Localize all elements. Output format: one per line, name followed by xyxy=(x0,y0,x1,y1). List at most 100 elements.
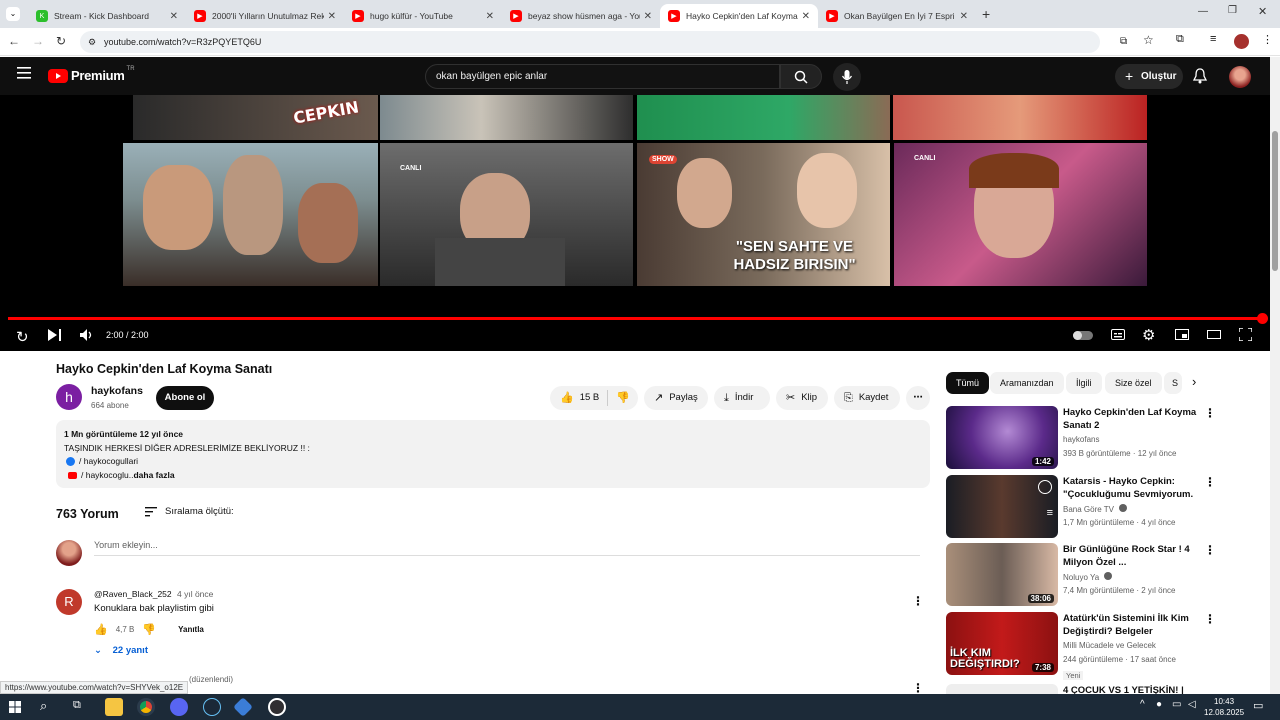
tab-youtube-okan[interactable]: ▶ Okan Bayülgen En İyi 7 Espri - ✕ xyxy=(818,4,976,28)
comment-menu-icon[interactable]: ⋮ xyxy=(912,681,924,695)
close-tab-icon[interactable]: ✕ xyxy=(328,11,336,22)
close-tab-icon[interactable]: ✕ xyxy=(960,11,968,22)
tab-search-icon[interactable]: ⌄ xyxy=(6,7,20,21)
settings-gear-icon[interactable]: ⚙ xyxy=(1142,326,1155,344)
reload-icon[interactable]: ↻ xyxy=(56,34,66,48)
more-options-icon[interactable]: ⋮ xyxy=(1204,612,1216,626)
dislike-icon[interactable]: 👎 xyxy=(616,386,630,410)
scrollbar-thumb[interactable] xyxy=(1272,131,1278,271)
volume-tray-icon[interactable]: ◁ xyxy=(1188,699,1196,710)
recommended-video[interactable]: 1:42 Hayko Cepkin'den Laf Koyma Sanatı 2… xyxy=(946,406,1236,470)
description-link-row[interactable]: / haykocogullari xyxy=(64,455,922,469)
recommended-channel[interactable]: Milli Mücadele ve Gelecek xyxy=(1063,641,1156,650)
download-button[interactable]: ⤓ İndir xyxy=(714,386,770,410)
chrome-icon[interactable] xyxy=(137,698,155,716)
comment-like-icon[interactable]: 👍 xyxy=(94,623,108,636)
tab-youtube-hugo[interactable]: ▶ hugo külfür - YouTube ✕ xyxy=(344,4,502,28)
video-thumbnail[interactable]: İLK KIM DEĞIŞTIRDI? 7:38 xyxy=(946,612,1058,675)
progress-bar[interactable] xyxy=(8,317,1262,320)
recommended-title[interactable]: 4 ÇOCUK VS 1 YETİŞKİN! | xyxy=(1063,684,1198,694)
video-thumbnail[interactable] xyxy=(946,684,1058,694)
miniplayer-icon[interactable] xyxy=(1175,329,1189,340)
close-window-button[interactable]: ✕ xyxy=(1258,5,1267,18)
sort-comments-button[interactable]: Sıralama ölçütü: xyxy=(145,506,234,517)
close-tab-icon[interactable]: ✕ xyxy=(486,11,494,22)
install-app-icon[interactable]: ⧉ xyxy=(1120,31,1127,53)
like-icon[interactable]: 👍 xyxy=(560,386,574,410)
profile-avatar[interactable] xyxy=(1234,34,1249,49)
steam-icon[interactable] xyxy=(203,698,221,716)
chip-for-you[interactable]: Size özel xyxy=(1105,372,1162,394)
watch-later-icon[interactable] xyxy=(1038,480,1052,494)
next-video-icon[interactable] xyxy=(48,329,62,341)
description-box[interactable]: 1 Mn görüntüleme 12 yıl önce TAŞINDIK HE… xyxy=(56,420,930,488)
video-thumbnail[interactable]: 1:42 xyxy=(946,406,1058,469)
microphone-tray-icon[interactable]: ● xyxy=(1156,699,1162,710)
description-link-row[interactable]: / haykocoglu.. daha fazla xyxy=(64,469,922,483)
url-input[interactable]: ⚙ youtube.com/watch?v=R3zPQYETQ6U ⧉ xyxy=(80,31,1127,53)
recommended-video[interactable]: İLK KIM DEĞIŞTIRDI? 7:38 Atatürk'ün Sist… xyxy=(946,612,1236,680)
youtube-link[interactable]: / haykocoglu.. xyxy=(81,469,133,483)
notifications-bell-icon[interactable] xyxy=(1193,68,1207,84)
comment-time[interactable]: 4 yıl önce xyxy=(177,589,213,599)
obs-icon[interactable] xyxy=(268,698,286,716)
fullscreen-icon[interactable] xyxy=(1239,328,1252,341)
more-options-icon[interactable]: ⋮ xyxy=(1204,543,1216,557)
account-avatar[interactable] xyxy=(1229,66,1251,88)
view-replies-button[interactable]: ⌄ 22 yanıt xyxy=(94,645,148,656)
show-more-link[interactable]: daha fazla xyxy=(133,469,174,483)
recommended-video[interactable]: 38:06 Bir Günlüğüne Rock Star ! 4 Milyon… xyxy=(946,543,1236,607)
channel-name[interactable]: Bana Göre TV xyxy=(1063,505,1114,514)
recommended-channel[interactable]: haykofans xyxy=(1063,435,1099,444)
bookmark-star-icon[interactable]: ☆ xyxy=(1143,33,1154,47)
app-icon[interactable] xyxy=(233,697,253,717)
reply-button[interactable]: Yanıtla xyxy=(178,625,204,634)
search-icon[interactable]: ⌕ xyxy=(40,698,47,714)
close-tab-icon[interactable]: ✕ xyxy=(170,11,178,22)
tray-chevron-icon[interactable]: ^ xyxy=(1140,699,1145,710)
replay-icon[interactable]: ↻ xyxy=(16,328,29,346)
notification-center-icon[interactable]: ▭ xyxy=(1253,699,1263,712)
maximize-button[interactable]: ❐ xyxy=(1228,5,1237,16)
tab-youtube-beyaz[interactable]: ▶ beyaz show hüsmen aga - You ✕ xyxy=(502,4,660,28)
back-icon[interactable]: ← xyxy=(8,34,20,48)
network-icon[interactable]: ▭ xyxy=(1172,699,1181,710)
recommended-title[interactable]: Katarsis - Hayko Cepkin: "Çocukluğumu Se… xyxy=(1063,475,1198,502)
hamburger-menu-icon[interactable] xyxy=(17,67,31,79)
clip-button[interactable]: ✂ Klip xyxy=(776,386,828,410)
minimize-button[interactable]: — xyxy=(1198,6,1208,17)
like-count[interactable]: 15 B xyxy=(580,386,600,410)
video-thumbnail[interactable]: ≡ xyxy=(946,475,1058,538)
more-actions-button[interactable]: ⋯ xyxy=(906,386,930,410)
tab-youtube-2000[interactable]: ▶ 2000'li Yılların Unutulmaz Rekla ✕ xyxy=(186,4,344,28)
subtitles-icon[interactable] xyxy=(1111,329,1125,340)
search-button[interactable] xyxy=(780,64,822,89)
channel-name[interactable]: haykofans xyxy=(91,385,143,397)
video-player[interactable]: CEPKIN CANLI SHOW "SEN SAHTE VE HADSIZ B… xyxy=(0,95,1270,351)
video-thumbnail[interactable]: 38:06 xyxy=(946,543,1058,606)
comment-author[interactable]: @Raven_Black_252 xyxy=(94,589,172,599)
new-tab-button[interactable]: + xyxy=(982,6,990,22)
channel-avatar[interactable]: h xyxy=(56,384,82,410)
extensions-icon[interactable]: ⧉ xyxy=(1176,33,1184,46)
close-tab-icon[interactable]: ✕ xyxy=(644,11,652,22)
chrome-menu-icon[interactable]: ⋮ xyxy=(1262,33,1273,46)
recommended-video[interactable]: ≡ Katarsis - Hayko Cepkin: "Çocukluğumu … xyxy=(946,475,1236,539)
chip-from-search[interactable]: Aramanızdan xyxy=(990,372,1064,394)
chip-next-icon[interactable]: › xyxy=(1192,374,1196,389)
forward-icon[interactable]: → xyxy=(32,34,44,48)
recommended-title[interactable]: Hayko Cepkin'den Laf Koyma Sanatı 2 xyxy=(1063,406,1198,432)
app-icon[interactable] xyxy=(170,698,188,716)
progress-scrubber[interactable] xyxy=(1257,313,1268,324)
recommended-video[interactable]: 4 ÇOCUK VS 1 YETİŞKİN! | xyxy=(946,684,1236,694)
search-input[interactable]: okan bayülgen epic anlar xyxy=(425,64,780,89)
task-view-icon[interactable]: ⧉ xyxy=(73,699,81,712)
channel-name[interactable]: Noluyo Ya xyxy=(1063,573,1099,582)
more-options-icon[interactable]: ⋮ xyxy=(1204,406,1216,420)
theater-mode-icon[interactable] xyxy=(1207,330,1221,339)
chip-more[interactable]: S xyxy=(1164,372,1182,394)
system-clock[interactable]: 10:43 12.08.2025 xyxy=(1204,696,1244,718)
tab-kick[interactable]: K Stream - Kick Dashboard ✕ xyxy=(28,4,186,28)
save-button[interactable]: ⎘ Kaydet xyxy=(834,386,900,410)
comment-dislike-icon[interactable]: 👎 xyxy=(142,623,156,636)
